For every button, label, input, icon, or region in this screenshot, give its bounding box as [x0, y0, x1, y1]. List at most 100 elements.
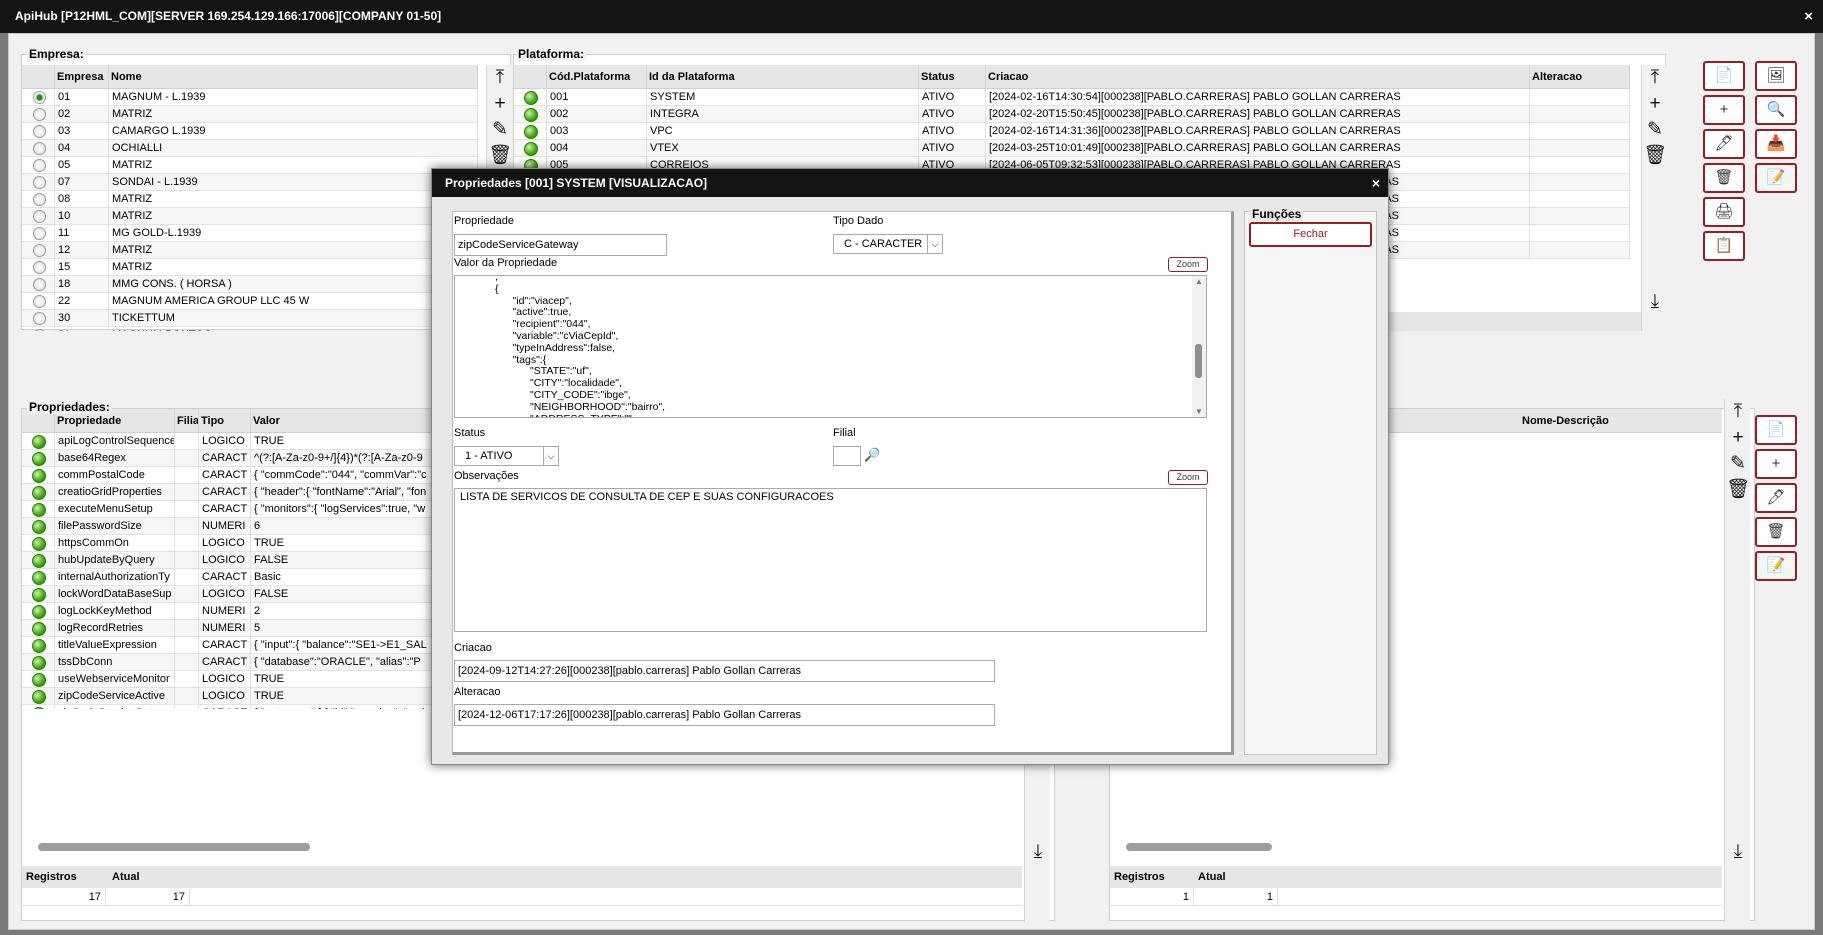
propriedades-hscroll[interactable] — [22, 840, 1012, 854]
radio-button[interactable] — [22, 327, 55, 331]
add-button[interactable]: + — [1703, 95, 1745, 125]
window-close-button[interactable]: × — [1804, 0, 1813, 33]
table-row[interactable]: 12 MATRIZ — [22, 242, 478, 259]
table-row[interactable]: 01 MAGNUM - L.1939 — [22, 89, 478, 106]
observacoes-textarea[interactable]: LISTA DE SERVICOS DE CONSULTA DE CEP E S… — [454, 488, 1207, 632]
radio-button[interactable] — [22, 225, 55, 241]
col-id-plataforma[interactable]: Id da Plataforma — [647, 65, 919, 88]
delete-icon[interactable]: 🗑 — [487, 143, 513, 169]
radio-button[interactable] — [22, 310, 55, 326]
copy-button[interactable]: 📋 — [1703, 231, 1745, 261]
valor-scrollbar[interactable]: ▲ ▼ — [1192, 276, 1206, 417]
add-icon[interactable]: + — [1642, 91, 1668, 117]
right-lower-hscroll[interactable] — [1110, 840, 1722, 854]
table-row[interactable]: 22 MAGNUM AMERICA GROUP LLC 45 W — [22, 293, 478, 310]
radio-button[interactable] — [22, 106, 55, 122]
table-row[interactable]: 03 CAMARGO L.1939 — [22, 123, 478, 140]
radio-button[interactable] — [22, 259, 55, 275]
scroll-bottom-icon[interactable]: ⤓ — [1642, 289, 1668, 315]
table-row[interactable]: 003 VPC ATIVO [2024-02-16T14:31:36][000238]… — [514, 123, 1630, 140]
table-row[interactable]: 04 OCHIALLI — [22, 140, 478, 157]
table-row[interactable]: 11 MG GOLD-L.1939 — [22, 225, 478, 242]
chevron-down-icon: ⌵ — [543, 447, 558, 465]
search-button[interactable]: 🔍 — [1755, 95, 1797, 125]
table-row[interactable]: 002 INTEGRA ATIVO [2024-02-20T15:50:45][000… — [514, 106, 1630, 123]
empresa-grid: Empresa Nome 01 MAGNUM - L.1939 02 MATRIZ 03… — [22, 65, 478, 331]
print-button[interactable]: 🖨 — [1703, 197, 1745, 227]
scroll-top-icon[interactable]: ⤒ — [487, 65, 513, 91]
observacoes-zoom-button[interactable]: Zoom — [1168, 470, 1208, 485]
col-tipo[interactable]: Tipo — [199, 409, 251, 432]
tipo-dado-select[interactable]: C - CARACTER ⌵ — [833, 234, 943, 254]
table-row[interactable]: 07 SONDAI - L.1939 — [22, 174, 478, 191]
radio-button[interactable] — [22, 276, 55, 292]
edit-icon[interactable]: ✎ — [1725, 451, 1751, 477]
col-criacao[interactable]: Criacao — [986, 65, 1530, 88]
col-filial[interactable]: Filia — [175, 409, 199, 432]
radio-button[interactable] — [22, 140, 55, 156]
delete-icon[interactable]: 🗑 — [1642, 143, 1668, 169]
col-empresa[interactable]: Empresa — [55, 65, 109, 88]
scroll-bottom-icon[interactable]: ⤓ — [1025, 839, 1051, 865]
criacao-field[interactable]: [2024-09-12T14:27:26][000238][pablo.carr… — [454, 660, 995, 682]
alteracao-field[interactable]: [2024-12-06T17:17:26][000238][pablo.carr… — [454, 704, 995, 726]
document-button[interactable]: 📄 — [1703, 61, 1745, 91]
note-button[interactable]: 📝 — [1755, 163, 1797, 193]
fechar-button[interactable]: Fechar — [1249, 222, 1372, 247]
col-status[interactable]: Status — [919, 65, 986, 88]
valor-zoom-button[interactable]: Zoom — [1168, 257, 1208, 272]
scroll-top-icon[interactable]: ⤒ — [1725, 399, 1751, 425]
scroll-top-icon[interactable]: ⤒ — [1642, 65, 1668, 91]
add-button[interactable]: + — [1755, 449, 1797, 479]
col-cod-plataforma[interactable]: Cód.Plataforma — [547, 65, 647, 88]
note-button[interactable]: 📝 — [1755, 551, 1797, 581]
plataforma-grid-header: Cód.Plataforma Id da Plataforma Status C… — [514, 65, 1630, 89]
scroll-bottom-icon[interactable]: ⤓ — [1725, 839, 1751, 865]
document-button[interactable]: 📄 — [1755, 415, 1797, 445]
radio-button[interactable] — [22, 174, 55, 190]
table-row[interactable]: 15 MATRIZ — [22, 259, 478, 276]
add-icon[interactable]: + — [487, 91, 513, 117]
filial-cell — [175, 433, 199, 449]
status-ball-icon — [22, 450, 55, 466]
table-row[interactable]: 31MAGNUM PONTOS — [22, 327, 478, 331]
edit-icon[interactable]: ✎ — [1642, 117, 1668, 143]
propriedade-cell: zipCodeServiceActive — [55, 688, 175, 704]
tipo-cell: CARACT — [199, 705, 251, 709]
col-alteracao[interactable]: Alteracao — [1530, 65, 1630, 88]
delete-icon[interactable]: 🗑 — [1725, 477, 1751, 503]
table-row[interactable]: 001 SYSTEM ATIVO [2024-02-16T14:30:54][0002… — [514, 89, 1630, 106]
propriedade-field[interactable]: zipCodeServiceGateway — [454, 234, 667, 256]
radio-button[interactable] — [22, 123, 55, 139]
table-row[interactable]: 08 MATRIZ — [22, 191, 478, 208]
delete-button[interactable]: 🗑 — [1703, 163, 1745, 193]
table-row[interactable]: 18 MMG CONS. ( HORSA ) — [22, 276, 478, 293]
edit-button[interactable]: 🖊 — [1755, 483, 1797, 513]
table-row[interactable]: 02 MATRIZ — [22, 106, 478, 123]
image-button[interactable]: 🖼 — [1755, 61, 1797, 91]
col-nome-descricao[interactable]: Nome-Descrição — [1520, 409, 1609, 433]
propriedade-cell: titleValueExpression — [55, 637, 175, 653]
search-icon[interactable]: 🔎 — [864, 447, 880, 463]
status-select[interactable]: 1 - ATIVO ⌵ — [454, 446, 559, 466]
radio-button[interactable] — [22, 208, 55, 224]
table-row[interactable]: 10 MATRIZ — [22, 208, 478, 225]
delete-button[interactable]: 🗑 — [1755, 517, 1797, 547]
table-row[interactable]: 05 MATRIZ — [22, 157, 478, 174]
dialog-close-button[interactable]: × — [1372, 169, 1380, 197]
radio-button[interactable] — [22, 89, 55, 105]
valor-textarea[interactable]: , { "id":"viacep", "active":true, "recip… — [454, 275, 1207, 418]
filial-field[interactable] — [833, 446, 861, 466]
radio-button[interactable] — [22, 242, 55, 258]
download-button[interactable]: 📥 — [1755, 129, 1797, 159]
radio-button[interactable] — [22, 157, 55, 173]
add-icon[interactable]: + — [1725, 425, 1751, 451]
table-row[interactable]: 004 VTEX ATIVO [2024-03-25T10:01:49][000238… — [514, 140, 1630, 157]
edit-icon[interactable]: ✎ — [487, 117, 513, 143]
radio-button[interactable] — [22, 191, 55, 207]
col-nome[interactable]: Nome — [109, 65, 478, 88]
edit-button[interactable]: 🖊 — [1703, 129, 1745, 159]
radio-button[interactable] — [22, 293, 55, 309]
registros-value: 17 — [22, 889, 106, 906]
table-row[interactable]: 30 TICKETTUM — [22, 310, 478, 327]
